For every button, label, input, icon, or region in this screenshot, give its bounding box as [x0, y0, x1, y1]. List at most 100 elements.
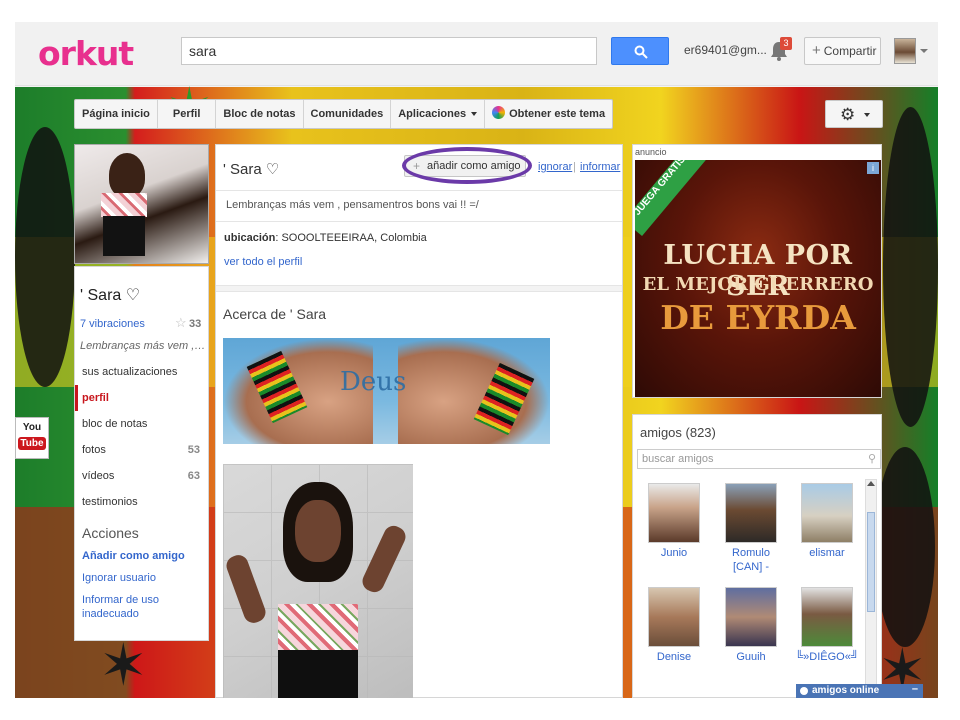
add-friend-action[interactable]: Añadir como amigo	[82, 549, 204, 563]
nav-profile[interactable]: Perfil	[158, 100, 217, 128]
menu-item-count: 53	[187, 444, 200, 456]
account-avatar[interactable]	[894, 38, 916, 64]
nav-home[interactable]: Página inicio	[75, 100, 158, 128]
vibrations-link[interactable]: 7 vibraciones	[80, 318, 145, 330]
theme-decoration	[883, 107, 938, 427]
menu-item-profile[interactable]: perfil	[75, 385, 208, 411]
add-friend-label: añadir como amigo	[427, 160, 521, 172]
info-icon[interactable]: i	[867, 162, 879, 174]
star-count: 33	[189, 318, 202, 330]
menu-item-photos[interactable]: fotos 53	[75, 437, 208, 463]
friends-search-input[interactable]: buscar amigos ⚲	[637, 449, 881, 469]
ignore-link[interactable]: ignorar	[538, 161, 572, 173]
nav-get-theme[interactable]: Obtener este tema	[485, 100, 612, 128]
scrollbar-thumb[interactable]	[867, 512, 875, 612]
chevron-down-icon	[471, 112, 478, 117]
account-email[interactable]: er69401@gm...	[684, 43, 767, 57]
profile-photo[interactable]	[74, 144, 209, 264]
friends-scrollbar[interactable]	[865, 479, 877, 689]
menu-item-notes[interactable]: bloc de notas	[75, 411, 208, 437]
notification-badge: 3	[780, 37, 792, 50]
menu-item-label: bloc de notas	[82, 418, 148, 430]
menu-item-updates[interactable]: sus actualizaciones	[75, 359, 208, 385]
friend-card[interactable]: Guuih	[716, 587, 786, 664]
friend-photo[interactable]	[725, 587, 777, 647]
friend-card[interactable]: ╚»DIÊGO«╝	[792, 587, 862, 664]
full-profile-link[interactable]: ver todo el perfil	[224, 256, 302, 268]
friend-card[interactable]: Romulo [CAN] -	[716, 483, 786, 574]
profile-motto: Lembranças más vem , p...	[80, 340, 207, 352]
friend-card[interactable]: elismar	[792, 483, 862, 560]
youtube-you: You	[22, 422, 42, 433]
profile-name: ' Sara ♡	[80, 287, 141, 304]
menu-item-count: 63	[187, 470, 200, 482]
friend-name[interactable]: Guuih	[716, 650, 786, 664]
ignore-user-action[interactable]: Ignorar usuario	[82, 571, 204, 585]
photo-skirt	[103, 216, 145, 256]
report-link[interactable]: informar	[580, 161, 620, 173]
search-button[interactable]	[611, 37, 669, 65]
menu-item-videos[interactable]: vídeos 63	[75, 463, 208, 489]
profile-sidebar: ' Sara ♡ 7 vibraciones ☆ 33 Lembranças m…	[74, 266, 209, 641]
ad-banner[interactable]: JUEGA GRATIS i LUCHA POR SER EL MEJOR GU…	[635, 160, 881, 397]
nav-applications[interactable]: Aplicaciones	[391, 100, 486, 128]
youtube-badge[interactable]: You Tube	[15, 417, 49, 459]
friend-photo[interactable]	[648, 483, 700, 543]
friend-photo[interactable]	[801, 587, 853, 647]
photo-dress	[101, 193, 147, 217]
friend-photo[interactable]	[648, 587, 700, 647]
theme-icon	[492, 106, 506, 119]
heart-hands-photo[interactable]: Deus	[223, 338, 550, 444]
location-label: ubicación	[224, 232, 276, 244]
profile-navigation: Página inicio Perfil Bloc de notas Comun…	[74, 99, 614, 129]
search-icon: ⚲	[867, 453, 876, 465]
search-input[interactable]: sara	[181, 37, 597, 65]
theme-decoration	[875, 447, 935, 647]
friend-name[interactable]: elismar	[792, 546, 862, 560]
friends-title[interactable]: amigos (823)	[640, 425, 716, 440]
friend-photo[interactable]	[801, 483, 853, 543]
minimize-icon[interactable]: –	[912, 682, 918, 696]
chevron-down-icon[interactable]	[920, 49, 928, 53]
friend-photo[interactable]	[725, 483, 777, 543]
nav-applications-label: Aplicaciones	[398, 108, 467, 120]
friend-name[interactable]: Junio	[639, 546, 709, 560]
link-separator: |	[573, 161, 576, 173]
photo-face	[295, 500, 341, 562]
actions-heading: Acciones	[82, 525, 139, 541]
ad-headline-3: DE EYRDA	[660, 298, 856, 337]
menu-item-label: testimonios	[82, 496, 138, 508]
menu-item-label: perfil	[82, 392, 109, 404]
ad-ribbon: JUEGA GRATIS	[635, 160, 707, 237]
star-icon[interactable]: ☆	[175, 315, 187, 331]
friend-card[interactable]: Junio	[639, 483, 709, 560]
nav-notes[interactable]: Bloc de notas	[216, 100, 304, 128]
friend-name[interactable]: Romulo [CAN] -	[716, 546, 786, 574]
profile-photo-large[interactable]	[223, 464, 413, 698]
photo-hair	[109, 153, 145, 197]
advertisement: anuncio JUEGA GRATIS i LUCHA POR SER EL …	[632, 144, 882, 398]
friend-card[interactable]: Denise	[639, 587, 709, 664]
orkut-logo[interactable]: orkut	[38, 34, 134, 73]
add-friend-button[interactable]: + añadir como amigo	[404, 155, 526, 177]
ad-label: anuncio	[635, 147, 667, 157]
nav-get-theme-label: Obtener este tema	[509, 108, 606, 120]
online-friends-chat[interactable]: amigos online –	[796, 682, 923, 698]
youtube-tube: Tube	[18, 437, 46, 450]
theme-decoration	[15, 127, 75, 387]
report-abuse-action[interactable]: Informar de uso inadecuado	[82, 593, 204, 621]
status-dot-icon	[800, 687, 808, 695]
scroll-up-icon[interactable]	[867, 481, 875, 486]
settings-button[interactable]: ⚙	[825, 100, 883, 128]
friends-search-placeholder: buscar amigos	[642, 453, 714, 465]
share-button[interactable]: + Compartir	[804, 37, 881, 65]
friend-name[interactable]: Denise	[639, 650, 709, 664]
menu-item-testimonials[interactable]: testimonios	[75, 489, 208, 515]
section-gap	[216, 285, 622, 292]
profile-menu: sus actualizaciones perfil bloc de notas…	[75, 359, 208, 515]
menu-item-label: sus actualizaciones	[82, 366, 178, 378]
nav-communities[interactable]: Comunidades	[304, 100, 392, 128]
chevron-down-icon	[864, 113, 870, 117]
location-value: : SOOOLTEEEIRAA, Colombia	[275, 232, 427, 244]
friend-name[interactable]: ╚»DIÊGO«╝	[792, 650, 862, 664]
